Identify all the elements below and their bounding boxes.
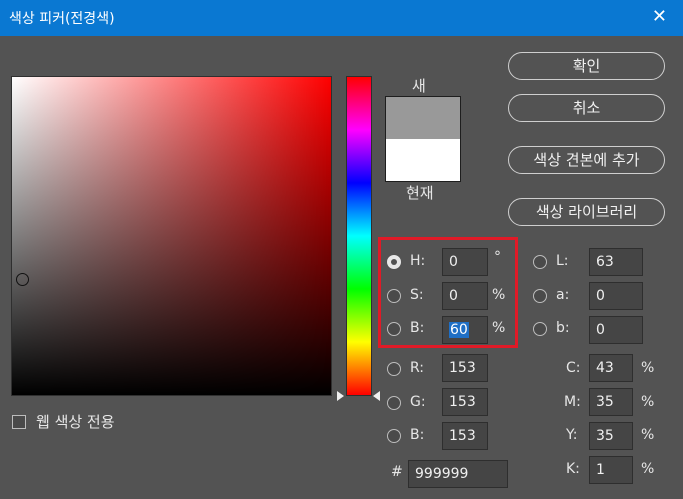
hue-slider-left-arrow-icon[interactable] <box>337 391 344 401</box>
hex-field[interactable]: 999999 <box>408 460 508 488</box>
red-field[interactable]: 153 <box>442 354 488 382</box>
brightness-label: B: <box>410 320 425 336</box>
color-libraries-button[interactable]: 색상 라이브러리 <box>508 198 665 226</box>
web-colors-only-label[interactable]: 웹 색상 전용 <box>36 411 115 432</box>
black-field[interactable]: 1 <box>589 456 633 484</box>
yellow-label: Y: <box>566 427 578 443</box>
title-bar: 색상 피커(전경색) ✕ <box>0 0 683 36</box>
lab-b-field[interactable]: 0 <box>589 316 643 344</box>
color-field-marker[interactable] <box>16 273 29 286</box>
hue-slider-right-arrow-icon[interactable] <box>373 391 380 401</box>
saturation-unit: % <box>492 287 506 303</box>
brightness-field[interactable]: 60 <box>442 316 488 344</box>
lab-a-label: a: <box>556 287 570 303</box>
green-radio[interactable] <box>387 396 401 410</box>
green-field[interactable]: 153 <box>442 388 488 416</box>
cancel-button[interactable]: 취소 <box>508 94 665 122</box>
hue-field[interactable]: 0 <box>442 248 488 276</box>
add-to-swatches-button[interactable]: 색상 견본에 추가 <box>508 146 665 174</box>
current-color-label: 현재 <box>406 184 434 202</box>
cyan-unit: % <box>641 360 655 376</box>
hue-slider[interactable] <box>346 76 372 396</box>
current-color-swatch[interactable] <box>386 139 460 181</box>
black-unit: % <box>641 461 655 477</box>
magenta-unit: % <box>641 394 655 410</box>
window-title: 색상 피커(전경색) <box>9 11 115 27</box>
red-radio[interactable] <box>387 362 401 376</box>
green-label: G: <box>410 394 426 410</box>
saturation-field[interactable]: 0 <box>442 282 488 310</box>
brightness-unit: % <box>492 320 506 336</box>
new-color-swatch <box>386 97 460 139</box>
blue-field[interactable]: 153 <box>442 422 488 450</box>
cyan-label: C: <box>566 360 581 376</box>
lab-l-label: L: <box>556 253 569 269</box>
lab-l-field[interactable]: 63 <box>589 248 643 276</box>
ok-button[interactable]: 확인 <box>508 52 665 80</box>
lab-b-label: b: <box>556 320 570 336</box>
web-colors-only-checkbox[interactable] <box>12 415 26 429</box>
magenta-label: M: <box>564 394 581 410</box>
lab-l-radio[interactable] <box>533 255 547 269</box>
hue-unit: ° <box>494 249 501 265</box>
lab-a-field[interactable]: 0 <box>589 282 643 310</box>
yellow-field[interactable]: 35 <box>589 422 633 450</box>
black-label: K: <box>566 461 580 477</box>
brightness-radio[interactable] <box>387 322 401 336</box>
red-label: R: <box>410 360 425 376</box>
color-preview <box>385 96 461 182</box>
new-color-label: 새 <box>412 77 426 95</box>
saturation-radio[interactable] <box>387 289 401 303</box>
close-icon[interactable]: ✕ <box>652 7 667 27</box>
blue-radio[interactable] <box>387 429 401 443</box>
saturation-brightness-field[interactable] <box>11 76 332 396</box>
brightness-value-selected: 60 <box>449 322 469 338</box>
yellow-unit: % <box>641 427 655 443</box>
lab-b-radio[interactable] <box>533 322 547 336</box>
blue-label: B: <box>410 427 425 443</box>
saturation-label: S: <box>410 287 424 303</box>
lab-a-radio[interactable] <box>533 289 547 303</box>
hue-radio[interactable] <box>387 255 401 269</box>
hex-label: # <box>391 464 403 480</box>
cyan-field[interactable]: 43 <box>589 354 633 382</box>
magenta-field[interactable]: 35 <box>589 388 633 416</box>
hue-label: H: <box>410 253 426 269</box>
